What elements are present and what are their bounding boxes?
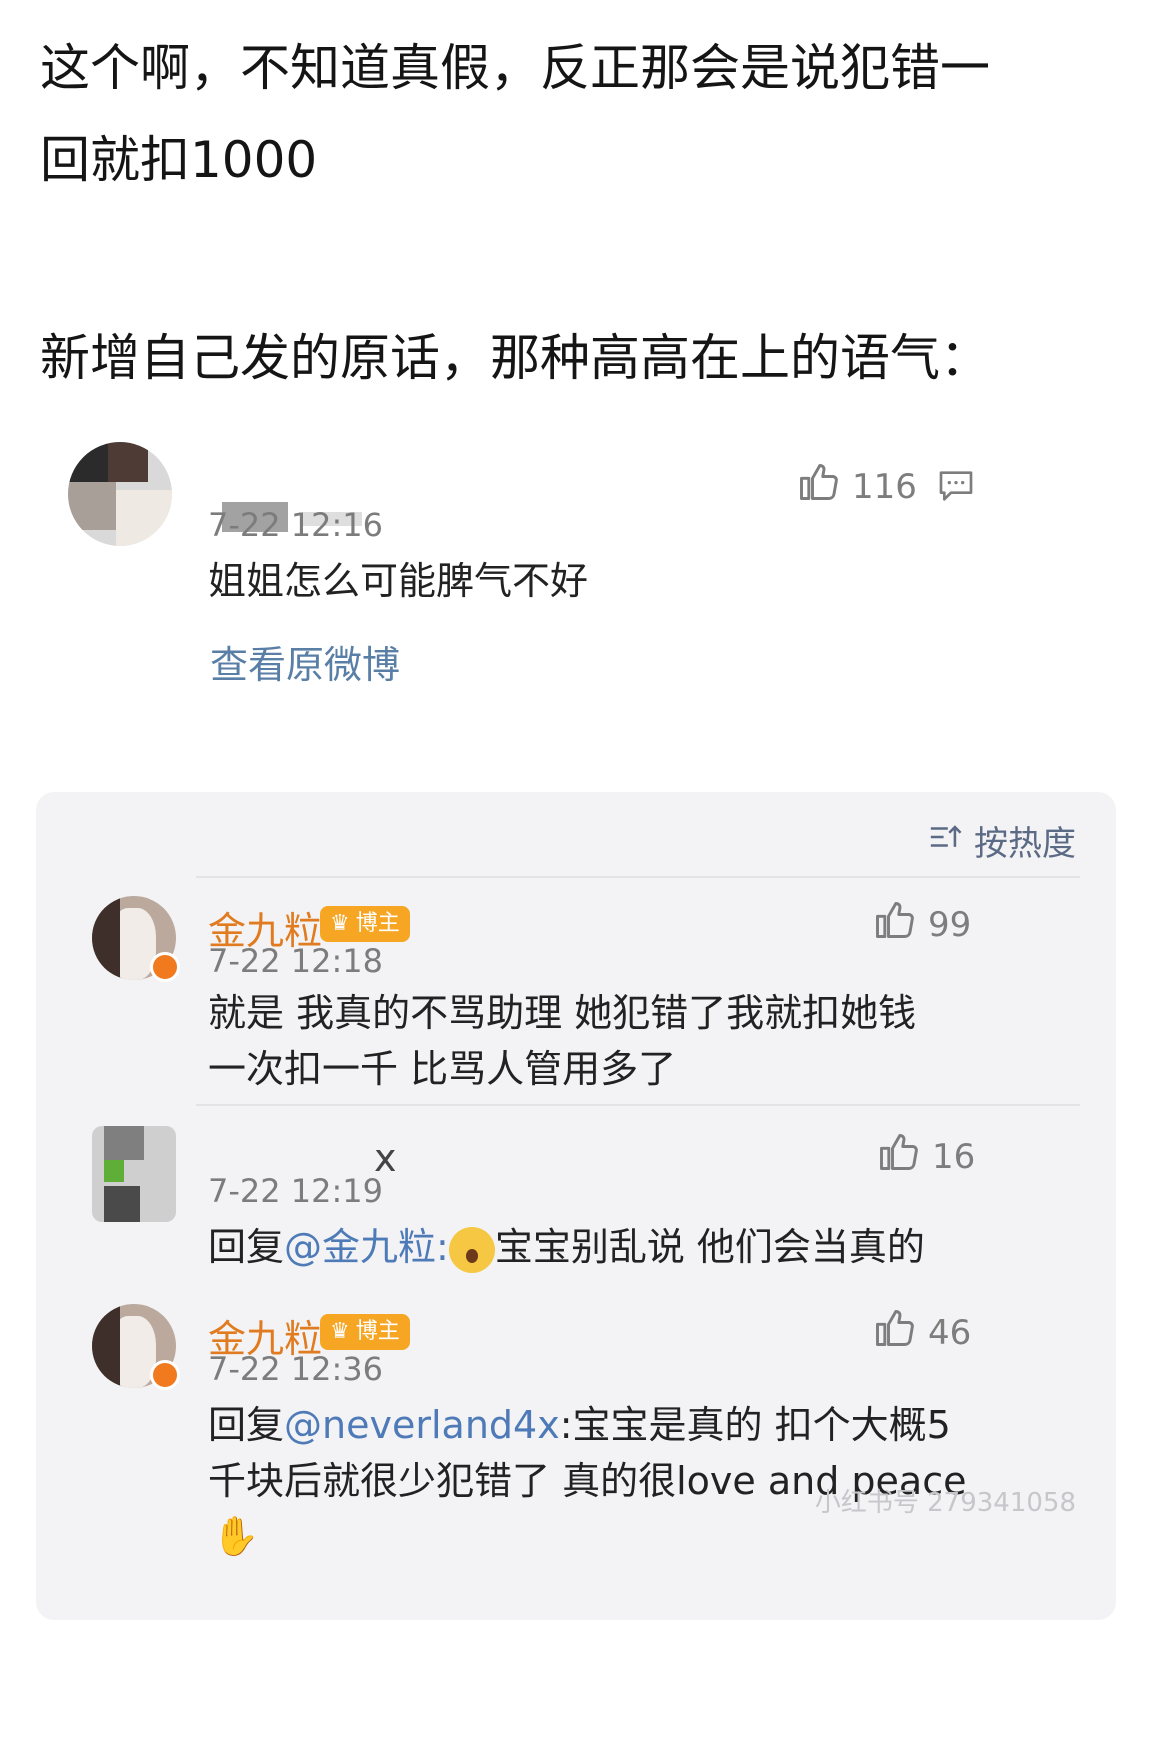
timestamp: 7-22 12:18 [208, 942, 384, 980]
thumb-up-icon [872, 898, 916, 951]
comment-icon[interactable] [936, 466, 976, 510]
like-count: 116 [852, 466, 917, 507]
sort-by-hot-button[interactable]: 按热度 [928, 816, 1076, 865]
sort-icon [928, 821, 962, 861]
mention-link[interactable]: @金九粒: [284, 1225, 449, 1269]
crown-icon: ♛ [330, 1319, 350, 1344]
like-button[interactable]: 16 [876, 1130, 975, 1183]
sort-label: 按热度 [974, 824, 1076, 864]
blogger-badge: ♛ 博主 [320, 1314, 410, 1350]
timestamp: 7-22 12:16 [208, 506, 384, 544]
like-button[interactable]: 99 [872, 898, 971, 951]
timestamp: 7-22 12:19 [208, 1172, 384, 1210]
avatar[interactable] [68, 442, 172, 546]
comments-panel: 按热度 金九粒 ♛ 博主 99 7-22 12:18 就是 我真的不骂助理 她犯… [36, 792, 1116, 1620]
divider [196, 1104, 1080, 1106]
crown-icon: ♛ [330, 911, 350, 936]
astonished-emoji-icon [448, 1226, 495, 1273]
view-original-link[interactable]: 查看原微博 [210, 634, 400, 689]
thumb-up-icon [872, 1306, 916, 1359]
like-button[interactable]: 46 [872, 1306, 971, 1359]
post-text-line-3: 新增自己发的原话，那种高高在上的语气： [40, 329, 990, 387]
timestamp: 7-22 12:36 [208, 1350, 384, 1388]
watermark: 小红书号 279341058 [814, 1488, 1076, 1518]
reply-text: 回复@金九粒: 宝宝别乱说 他们会当真的 [208, 1216, 925, 1278]
thumb-up-icon [876, 1130, 920, 1183]
verified-badge-icon [150, 1360, 180, 1390]
mention-link[interactable]: @neverland4x [284, 1403, 560, 1447]
like-button[interactable]: 116 [796, 460, 917, 513]
comment-text-line-1: 就是 我真的不骂助理 她犯错了我就扣她钱 [208, 991, 917, 1035]
blogger-badge: ♛ 博主 [320, 906, 410, 942]
original-post-text: 姐姐怎么可能脾气不好 [208, 559, 589, 603]
thumb-up-icon [796, 460, 840, 513]
post-text-line-2: 回就扣1000 [40, 131, 318, 189]
embedded-weibo-screenshot: 7-22 12:16 116 姐姐怎么可能脾气不好 查看原微博 按热度 金九粒 … [36, 442, 1116, 1620]
post-text-line-1: 这个啊，不知道真假，反正那会是说犯错一 [40, 39, 990, 97]
avatar[interactable] [92, 1126, 176, 1222]
comment-text-line-2: 一次扣一千 比骂人管用多了 [208, 1047, 677, 1091]
ok-hand-emoji-icon: ✋ [212, 1514, 260, 1558]
reply-text-line-1: 回复@neverland4x:宝宝是真的 扣个大概5 [208, 1403, 951, 1447]
verified-badge-icon [150, 952, 180, 982]
divider [196, 876, 1080, 878]
